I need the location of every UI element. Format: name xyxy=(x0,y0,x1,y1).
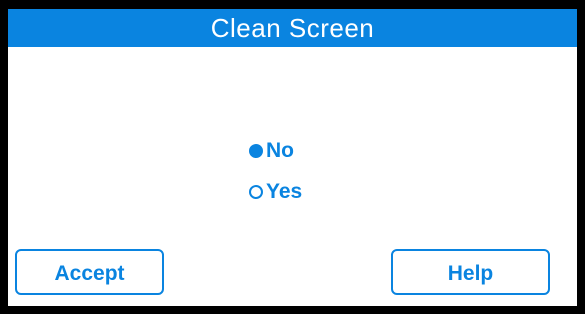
option-no[interactable]: No xyxy=(249,137,294,165)
help-button[interactable]: Help xyxy=(391,249,550,295)
option-yes[interactable]: Yes xyxy=(249,178,302,206)
device-screen: Clean Screen No Yes Accept Help xyxy=(0,0,585,314)
clean-screen-options: No Yes xyxy=(249,137,389,217)
title-bar: Clean Screen xyxy=(8,9,577,47)
radio-empty-icon[interactable] xyxy=(249,185,263,199)
page-title: Clean Screen xyxy=(210,13,375,43)
accept-button[interactable]: Accept xyxy=(15,249,164,295)
radio-filled-icon[interactable] xyxy=(249,144,263,158)
option-no-label: No xyxy=(266,139,294,162)
option-yes-label: Yes xyxy=(266,180,303,203)
clean-screen-dialog: Clean Screen No Yes Accept Help xyxy=(8,9,577,306)
